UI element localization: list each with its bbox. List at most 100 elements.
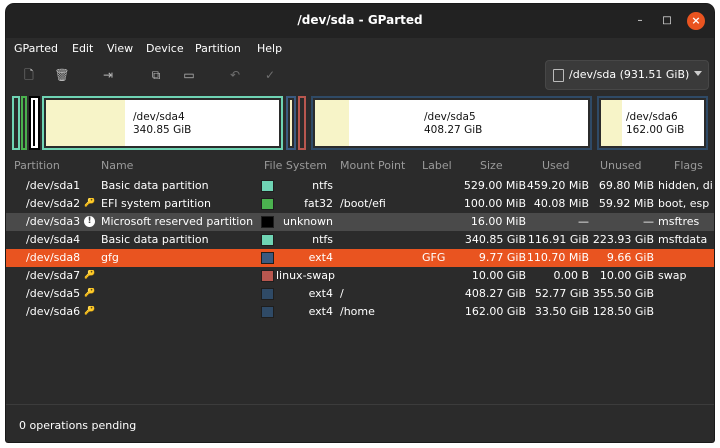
cell-used: — — [578, 215, 589, 228]
cell-filesystem: ext4 — [308, 251, 333, 264]
usage-fill — [601, 100, 622, 146]
cell-name: gfg — [101, 251, 119, 264]
key-icon: 🔑 — [84, 270, 96, 280]
table-row[interactable]: /dev/sda5 🔑 ext4 / 408.27 GiB 52.77 GiB … — [6, 285, 714, 303]
table-row[interactable]: /dev/sda6 🔑 ext4 /home 162.00 GiB 33.50 … — [6, 303, 714, 321]
segment-body: /dev/sda6 162.00 GiB — [601, 100, 704, 146]
minimize-button[interactable]: – — [631, 12, 649, 30]
table-row[interactable]: /dev/sda1 Basic data partition ntfs 529.… — [6, 177, 714, 195]
disk-map-sda5[interactable]: /dev/sda5 408.27 GiB — [311, 96, 592, 150]
cell-unused: 355.50 GiB — [592, 287, 654, 300]
segment-size: 162.00 GiB — [626, 124, 685, 136]
menu-edit[interactable]: Edit — [72, 42, 93, 55]
cell-unused: 10.00 GiB — [599, 269, 654, 282]
title-bar[interactable]: /dev/sda - GParted – □ × — [6, 4, 714, 38]
cell-unused: 128.50 GiB — [592, 305, 654, 318]
cell-partition: /dev/sda7 — [26, 269, 81, 282]
cell-size: 408.27 GiB — [464, 287, 526, 300]
cell-mount-point: / — [340, 287, 344, 300]
cell-filesystem: ntfs — [312, 233, 333, 246]
key-icon: 🔑 — [84, 198, 96, 208]
table-row[interactable]: /dev/sda2 🔑 EFI system partition fat32 /… — [6, 195, 714, 213]
column-size[interactable]: Size — [480, 159, 503, 172]
disk-map-sda1[interactable] — [12, 96, 20, 150]
unknown-fill — [33, 100, 35, 146]
filesystem-color-swatch — [261, 306, 274, 318]
column-label[interactable]: Label — [422, 159, 452, 172]
cell-flags: boot, esp — [658, 197, 710, 210]
disk-map-sda6[interactable]: /dev/sda6 162.00 GiB — [597, 96, 708, 150]
cell-partition: /dev/sda1 — [26, 179, 81, 192]
gparted-window: /dev/sda - GParted – □ × GParted Edit Vi… — [6, 4, 714, 442]
cell-used: 459.20 MiB — [526, 179, 589, 192]
close-button[interactable]: × — [687, 12, 705, 30]
cell-partition: /dev/sda4 — [26, 233, 81, 246]
filesystem-color-swatch — [261, 198, 274, 210]
cell-used: 0.00 B — [553, 269, 589, 282]
copy-icon[interactable]: ⧉ — [147, 66, 165, 84]
undo-icon[interactable]: ↶ — [226, 66, 244, 84]
disk-map-sda3[interactable] — [29, 96, 40, 150]
disk-map-sda7[interactable] — [298, 96, 306, 150]
cell-size: 162.00 GiB — [464, 305, 526, 318]
device-selector-label: /dev/sda (931.51 GiB) — [569, 68, 690, 81]
maximize-button[interactable]: □ — [658, 12, 676, 30]
filesystem-color-swatch — [261, 234, 274, 246]
paste-icon[interactable]: ▭ — [180, 66, 198, 84]
disk-map-sda8[interactable] — [286, 96, 296, 150]
menu-device[interactable]: Device — [146, 42, 184, 55]
disk-map: /dev/sda4 340.85 GiB /dev/sda5 408.27 Gi… — [6, 90, 714, 156]
new-partition-icon[interactable]: 🗋 — [20, 66, 38, 84]
toolbar: 🗋 🗑 ⇥ ⧉ ▭ ↶ ✓ /dev/sda (931.51 GiB) — [6, 60, 714, 90]
apply-icon[interactable]: ✓ — [261, 66, 279, 84]
cell-filesystem: ntfs — [312, 179, 333, 192]
table-row[interactable]: /dev/sda4 Basic data partition ntfs 340.… — [6, 231, 714, 249]
cell-filesystem: linux-swap — [276, 269, 335, 282]
cell-filesystem: ext4 — [308, 305, 333, 318]
table-row[interactable]: /dev/sda7 🔑 linux-swap 10.00 GiB 0.00 B … — [6, 267, 714, 285]
cell-filesystem: unknown — [283, 215, 333, 228]
partition-table-header: Partition Name File System Mount Point L… — [6, 156, 714, 176]
table-row-selected[interactable]: /dev/sda8 gfg ext4 GFG 9.77 GiB 110.70 M… — [6, 249, 714, 267]
column-used[interactable]: Used — [542, 159, 570, 172]
cell-unused: 9.66 GiB — [606, 251, 654, 264]
cell-used: 110.70 MiB — [526, 251, 589, 264]
table-row[interactable]: /dev/sda3 ! Microsoft reserved partition… — [6, 213, 714, 231]
cell-partition: /dev/sda2 — [26, 197, 81, 210]
menu-gparted[interactable]: GParted — [14, 42, 58, 55]
column-unused[interactable]: Unused — [600, 159, 641, 172]
column-file-system[interactable]: File System — [264, 159, 327, 172]
cell-unused: 59.92 MiB — [598, 197, 654, 210]
cell-name: Basic data partition — [101, 179, 209, 192]
cell-used: 33.50 GiB — [534, 305, 589, 318]
cell-filesystem: fat32 — [304, 197, 333, 210]
cell-filesystem: ext4 — [308, 287, 333, 300]
delete-partition-icon[interactable]: 🗑 — [53, 66, 71, 84]
cell-flags: msftres — [658, 215, 700, 228]
resize-move-icon[interactable]: ⇥ — [99, 66, 117, 84]
key-icon: 🔑 — [84, 288, 96, 298]
cell-name: EFI system partition — [101, 197, 211, 210]
segment-name: /dev/sda4 — [133, 111, 185, 123]
device-selector[interactable]: /dev/sda (931.51 GiB) — [545, 60, 709, 90]
cell-partition: /dev/sda6 — [26, 305, 81, 318]
menu-partition[interactable]: Partition — [195, 42, 241, 55]
window-title: /dev/sda - GParted — [297, 13, 423, 27]
filesystem-color-swatch — [261, 252, 274, 264]
disk-map-sda2[interactable] — [21, 96, 27, 150]
cell-partition: /dev/sda3 — [26, 215, 81, 228]
segment-body: /dev/sda5 408.27 GiB — [315, 100, 588, 146]
segment-name: /dev/sda5 — [424, 111, 476, 123]
cell-size: 340.85 GiB — [464, 233, 526, 246]
menu-help[interactable]: Help — [257, 42, 282, 55]
disk-map-sda4[interactable]: /dev/sda4 340.85 GiB — [42, 96, 283, 150]
column-mount-point[interactable]: Mount Point — [340, 159, 405, 172]
usage-fill — [290, 100, 292, 146]
column-partition[interactable]: Partition — [14, 159, 60, 172]
menu-bar: GParted Edit View Device Partition Help — [6, 38, 714, 60]
menu-view[interactable]: View — [107, 42, 133, 55]
column-flags[interactable]: Flags — [674, 159, 703, 172]
cell-used: 52.77 GiB — [534, 287, 589, 300]
column-name[interactable]: Name — [101, 159, 133, 172]
cell-label: GFG — [422, 251, 446, 264]
